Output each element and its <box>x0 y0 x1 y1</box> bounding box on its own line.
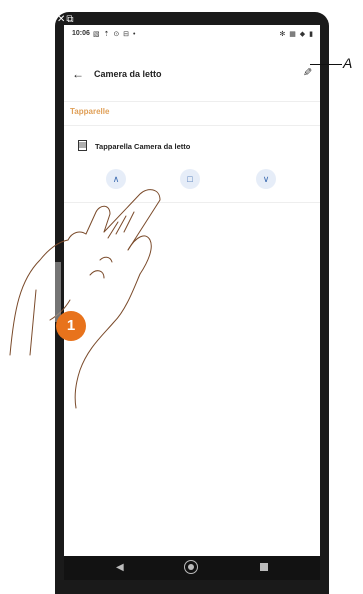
step-number-badge: 1 <box>56 311 86 341</box>
callout-label: A <box>343 55 353 71</box>
nav-back-icon[interactable]: ◀ <box>116 562 124 573</box>
divider <box>64 125 320 126</box>
corner-status-icons: ✕⧉ <box>57 14 75 25</box>
section-label: Tapparelle <box>70 107 110 116</box>
nav-recent-apps-icon[interactable] <box>260 563 268 571</box>
status-bar: 10:06 ▧ ⇡ ⊙ ⊟ • ✻ ▦ ◆ ▮ <box>64 25 320 43</box>
shutter-down-button[interactable]: ∨ <box>256 169 276 189</box>
notification-icons: ▧ ⇡ ⊙ ⊟ • <box>93 31 137 38</box>
back-arrow-icon[interactable]: ← <box>72 67 84 81</box>
edit-pencil-icon[interactable]: ✎ <box>303 66 312 79</box>
divider <box>64 101 320 102</box>
nav-home-icon[interactable] <box>184 560 198 574</box>
hand-pointer-illustration <box>9 189 161 409</box>
page-title: Camera da letto <box>94 69 162 79</box>
shutter-device-icon <box>78 140 87 151</box>
status-time: 10:06 <box>72 30 90 37</box>
app-header: ← Camera da letto ✎ <box>64 63 320 85</box>
callout-leader-line <box>310 64 342 65</box>
android-nav-bar: ◀ <box>64 556 320 580</box>
system-icons: ✻ ▦ ◆ ▮ <box>279 31 314 38</box>
device-name: Tapparella Camera da letto <box>95 142 191 151</box>
